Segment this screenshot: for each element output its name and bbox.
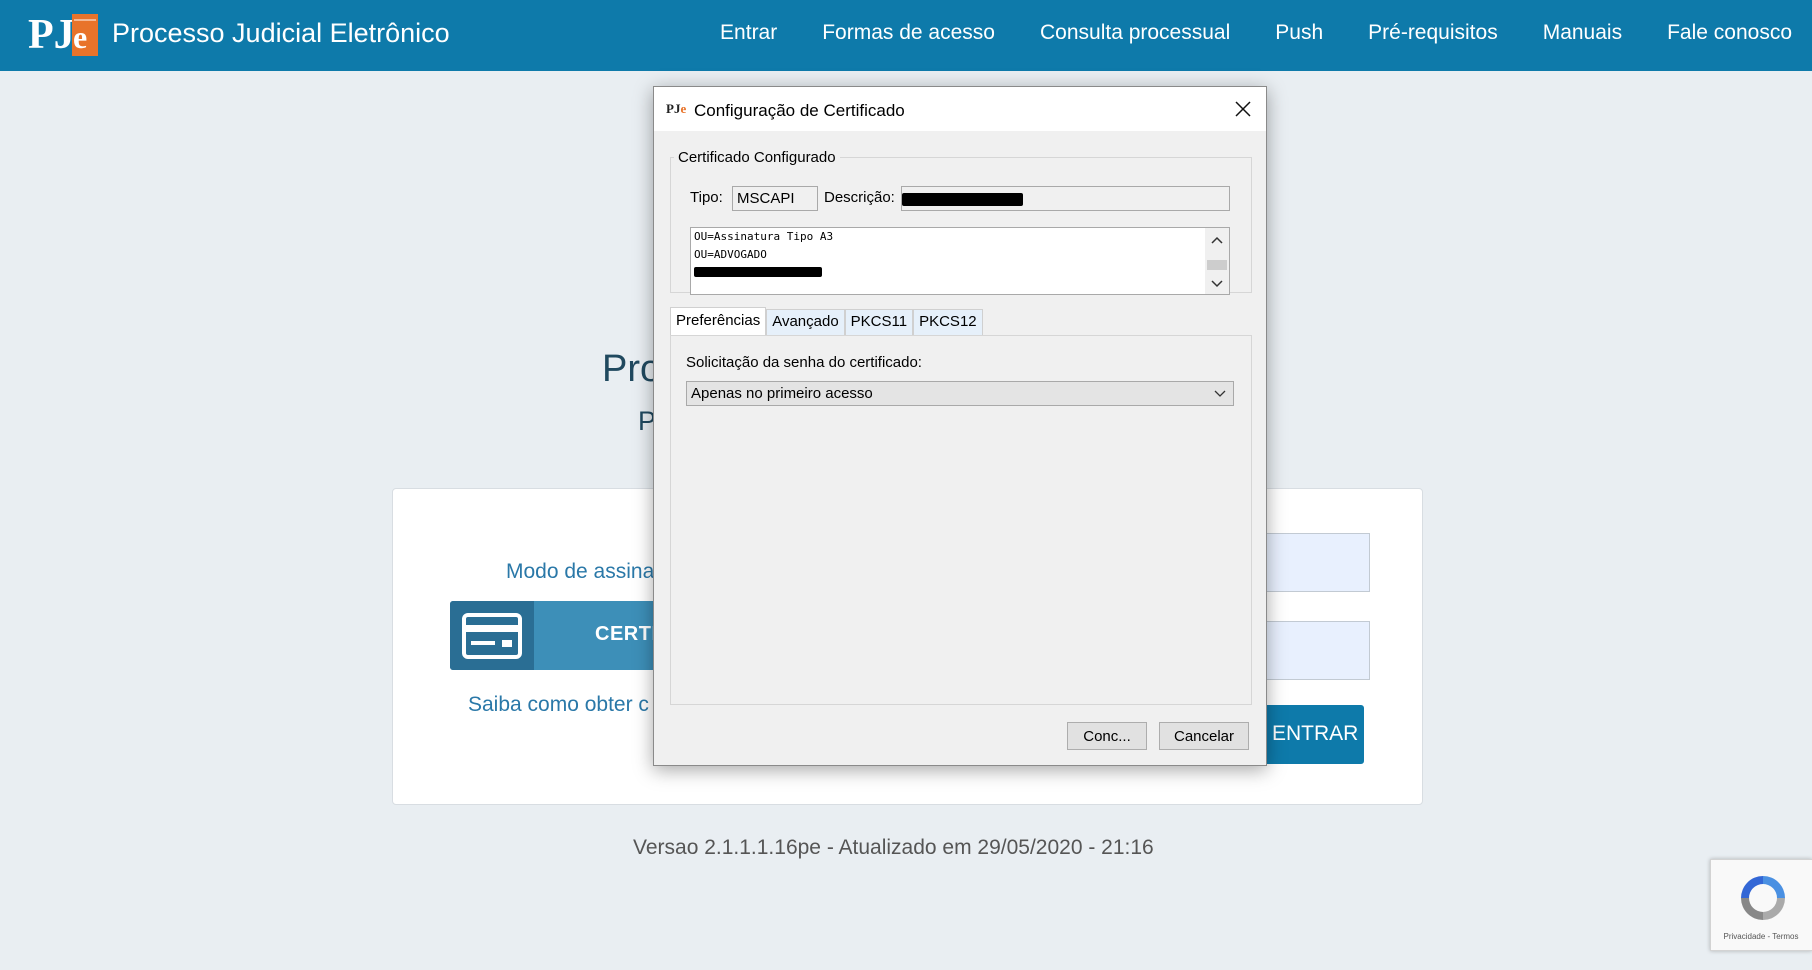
scroll-down-icon[interactable]	[1205, 274, 1229, 294]
password-request-value: Apenas no primeiro acesso	[691, 385, 873, 402]
nav-push[interactable]: Push	[1275, 21, 1323, 45]
tipo-label: Tipo:	[690, 189, 723, 206]
nav-fale-conosco[interactable]: Fale conosco	[1667, 21, 1792, 45]
top-navbar: PJ e Processo Judicial Eletrônico Entrar…	[0, 0, 1812, 71]
nav-manuais[interactable]: Manuais	[1543, 21, 1622, 45]
close-button[interactable]	[1228, 95, 1258, 123]
main-nav: Entrar Formas de acesso Consulta process…	[720, 21, 1792, 45]
tab-avancado[interactable]: Avançado	[766, 309, 845, 335]
nav-pre-requisitos[interactable]: Pré-requisitos	[1368, 21, 1498, 45]
descricao-field	[901, 186, 1230, 211]
tab-pkcs11[interactable]: PKCS11	[844, 309, 914, 335]
svg-text:e: e	[73, 19, 87, 55]
cancel-button[interactable]: Cancelar	[1159, 722, 1249, 750]
signature-mode-label: Modo de assina	[506, 560, 655, 583]
scroll-up-icon[interactable]	[1205, 230, 1229, 250]
configured-certificate-label: Certificado Configurado	[674, 149, 840, 166]
svg-text:PJ: PJ	[28, 12, 75, 58]
settings-tabs: Preferências Avançado PKCS11 PKCS12	[670, 307, 983, 335]
tab-pkcs12[interactable]: PKCS12	[913, 309, 983, 335]
recaptcha-links[interactable]: Privacidade - Termos	[1711, 932, 1811, 941]
details-line-2: OU=ADVOGADO	[694, 248, 767, 261]
pje-window-icon: PJe	[666, 101, 687, 116]
redacted-details-line	[694, 267, 822, 277]
nav-formas-de-acesso[interactable]: Formas de acesso	[822, 21, 995, 45]
version-text: Versao 2.1.1.1.16pe - Atualizado em 29/0…	[633, 836, 1154, 859]
nav-entrar[interactable]: Entrar	[720, 21, 777, 45]
descricao-label: Descrição:	[824, 189, 895, 206]
recaptcha-badge[interactable]: Privacidade - Termos	[1710, 859, 1812, 951]
details-scrollbar[interactable]	[1205, 228, 1229, 294]
dialog-titlebar: PJe Configuração de Certificado	[654, 87, 1266, 131]
certificate-config-dialog: PJe Configuração de Certificado Certific…	[653, 86, 1267, 766]
close-icon	[1235, 101, 1251, 117]
dialog-title: Configuração de Certificado	[694, 101, 905, 120]
password-request-label: Solicitação da senha do certificado:	[686, 354, 922, 371]
certificate-login-button[interactable]: CERTIF	[450, 601, 670, 670]
tab-preferencias[interactable]: Preferências	[670, 307, 767, 335]
card-icon	[450, 601, 534, 670]
details-line-1: OU=Assinatura Tipo A3	[694, 230, 834, 243]
recaptcha-icon	[1741, 876, 1785, 920]
chevron-down-icon	[1214, 390, 1226, 397]
app-title: Processo Judicial Eletrônico	[112, 18, 450, 48]
tipo-field: MSCAPI	[732, 186, 818, 211]
redacted-description	[902, 193, 1023, 206]
learn-how-link[interactable]: Saiba como obter c	[468, 693, 649, 717]
password-request-select[interactable]: Apenas no primeiro acesso	[686, 381, 1234, 406]
nav-consulta-processual[interactable]: Consulta processual	[1040, 21, 1230, 45]
scroll-thumb[interactable]	[1207, 260, 1227, 270]
certificate-details-textarea[interactable]: OU=Assinatura Tipo A3 OU=ADVOGADO	[690, 227, 1230, 295]
enter-button-label: ENTRAR	[1272, 722, 1359, 745]
pje-logo[interactable]: PJ e	[28, 8, 100, 66]
confirm-button[interactable]: Conc...	[1067, 722, 1147, 750]
